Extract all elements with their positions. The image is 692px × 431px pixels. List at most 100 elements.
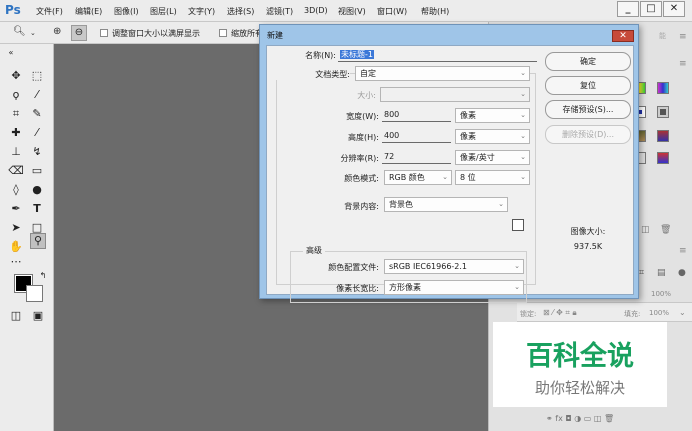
- menu-bar: Ps 文件(F) 编辑(E) 图像(I) 图层(L) 文字(Y) 选择(S) 滤…: [0, 0, 692, 22]
- zoom-out-button[interactable]: ⊖: [71, 25, 87, 41]
- menu-3d[interactable]: 3D(D): [304, 6, 328, 15]
- healing-brush-icon[interactable]: ✚: [8, 125, 24, 141]
- chevron-down-icon[interactable]: ⌄: [30, 29, 36, 37]
- lasso-tool-icon[interactable]: ϙ: [8, 87, 24, 103]
- dialog-close-button[interactable]: ✕: [612, 30, 634, 42]
- save-preset-button[interactable]: 存储预设(S)...: [545, 100, 631, 119]
- type-tool-icon[interactable]: T: [29, 201, 45, 217]
- minimize-button[interactable]: _: [617, 1, 639, 17]
- resolution-unit-select[interactable]: 像素/英寸 ⌄: [455, 150, 530, 165]
- maximize-button[interactable]: □: [640, 1, 662, 17]
- delete-preset-button[interactable]: 删除预设(D)...: [545, 125, 631, 144]
- trash-icon[interactable]: 🗑︎: [660, 225, 671, 235]
- watermark-title: 百科全说: [526, 341, 634, 372]
- menu-type[interactable]: 文字(Y): [188, 6, 215, 17]
- resize-window-label: 调整窗口大小以满屏显示: [112, 29, 200, 38]
- bg-color-swatch[interactable]: [512, 219, 524, 231]
- history-brush-icon[interactable]: ↯: [29, 144, 45, 160]
- collapse-icon[interactable]: «: [6, 45, 16, 61]
- height-unit-value: 像素: [460, 132, 476, 141]
- style-swatch[interactable]: [657, 82, 669, 94]
- bg-content-select[interactable]: 背景色 ⌄: [384, 197, 508, 212]
- zoom-tool-icon[interactable]: 🔍︎: [13, 26, 26, 37]
- resolution-field[interactable]: 72: [382, 150, 451, 164]
- color-mode-label: 颜色模式:: [344, 174, 379, 183]
- chevron-down-icon: ⌄: [520, 111, 526, 119]
- chevron-down-icon: ⌄: [514, 262, 520, 270]
- quick-mask-icon[interactable]: ◫: [8, 308, 24, 324]
- color-mode-select[interactable]: RGB 颜色 ⌄: [384, 170, 452, 185]
- menu-help[interactable]: 帮助(H): [421, 6, 449, 17]
- dodge-tool-icon[interactable]: ●: [29, 182, 45, 198]
- photoshop-logo: Ps: [5, 3, 21, 17]
- eyedropper-tool-icon[interactable]: ✎: [29, 106, 45, 122]
- bit-depth-select[interactable]: 8 位 ⌄: [455, 170, 530, 185]
- lock-icons[interactable]: ⊠ ⁄ ✥ ⌗ 🔒︎: [543, 308, 577, 318]
- watermark: 百科全说 助你轻松解决: [493, 322, 667, 407]
- brush-tool-icon[interactable]: ⁄: [29, 125, 45, 141]
- move-tool-icon[interactable]: ✥: [8, 68, 24, 84]
- swap-colors-icon[interactable]: ↰: [35, 268, 51, 284]
- reset-button[interactable]: 复位: [545, 76, 631, 95]
- width-unit-select[interactable]: 像素 ⌄: [455, 108, 530, 123]
- close-button[interactable]: ✕: [663, 1, 685, 17]
- chevron-down-icon: ⌄: [520, 90, 526, 98]
- workspace-label: 能: [659, 32, 666, 40]
- menu-view[interactable]: 视图(V): [338, 6, 366, 17]
- artboard-icon[interactable]: ▤: [657, 268, 666, 278]
- height-unit-select[interactable]: 像素 ⌄: [455, 129, 530, 144]
- style-swatch[interactable]: [657, 152, 669, 164]
- bg-content-value: 背景色: [389, 200, 413, 209]
- zoom-all-checkbox[interactable]: [219, 29, 227, 37]
- name-label: 名称(N):: [305, 51, 336, 60]
- menu-window[interactable]: 窗口(W): [377, 6, 407, 17]
- more-tools-icon[interactable]: ⋯: [8, 254, 24, 270]
- color-profile-select[interactable]: sRGB IEC61966-2.1 ⌄: [384, 259, 524, 274]
- bit-depth-value: 8 位: [460, 173, 476, 182]
- magic-wand-icon[interactable]: ⁄: [29, 87, 45, 103]
- zoom-tool-icon[interactable]: ⚲: [30, 233, 46, 249]
- height-field[interactable]: 400: [382, 129, 451, 143]
- menu-file[interactable]: 文件(F): [36, 6, 63, 17]
- blur-tool-icon[interactable]: ◊: [8, 182, 24, 198]
- eraser-tool-icon[interactable]: ⌫: [8, 163, 24, 179]
- new-style-icon[interactable]: ◫: [641, 225, 650, 235]
- panel-menu-icon[interactable]: ≡: [679, 246, 687, 256]
- menu-layer[interactable]: 图层(L): [150, 6, 177, 17]
- crop-tool-icon[interactable]: ⌗: [8, 106, 24, 122]
- zoom-in-icon[interactable]: ⊕: [53, 26, 61, 37]
- panel-menu-icon[interactable]: ≡: [679, 32, 687, 42]
- opacity-value[interactable]: 100%: [651, 290, 671, 298]
- chevron-down-icon[interactable]: ⌄: [679, 308, 686, 317]
- style-swatch[interactable]: [657, 130, 669, 142]
- path-selection-icon[interactable]: ➤: [8, 220, 24, 236]
- menu-edit[interactable]: 编辑(E): [75, 6, 102, 17]
- filter-icon[interactable]: ⌗: [639, 268, 644, 278]
- clone-stamp-icon[interactable]: ⊥: [8, 144, 24, 160]
- name-field[interactable]: 未标题-1: [338, 48, 537, 62]
- menu-image[interactable]: 图像(I): [114, 6, 139, 17]
- fill-label: 填充:: [624, 310, 641, 318]
- chevron-down-icon: ⌄: [514, 283, 520, 291]
- resize-window-checkbox[interactable]: [100, 29, 108, 37]
- gradient-tool-icon[interactable]: ▭: [29, 163, 45, 179]
- toggle-filter-icon[interactable]: ●: [678, 268, 686, 278]
- background-color-swatch[interactable]: [26, 285, 43, 302]
- ok-button[interactable]: 确定: [545, 52, 631, 71]
- marquee-tool-icon[interactable]: ⬚: [29, 68, 45, 84]
- fill-value[interactable]: 100%: [649, 309, 669, 317]
- panel-menu-icon[interactable]: ≡: [679, 59, 687, 69]
- menu-select[interactable]: 选择(S): [227, 6, 254, 17]
- width-field[interactable]: 800: [382, 108, 451, 122]
- lock-label: 锁定:: [520, 310, 537, 318]
- menu-filter[interactable]: 滤镜(T): [266, 6, 293, 17]
- hand-tool-icon[interactable]: ✋: [8, 239, 24, 255]
- size-select[interactable]: ⌄: [380, 87, 530, 102]
- layers-footer-icons[interactable]: ⚭ fx ◘ ◑ ▭ ◫ 🗑︎: [546, 414, 614, 423]
- style-swatch[interactable]: [657, 106, 669, 118]
- pixel-aspect-select[interactable]: 方形像素 ⌄: [384, 280, 524, 295]
- screen-mode-icon[interactable]: ▣: [30, 308, 46, 324]
- doc-type-select[interactable]: 自定 ⌄: [355, 66, 530, 81]
- pen-tool-icon[interactable]: ✒: [8, 201, 24, 217]
- doc-type-value: 自定: [360, 69, 376, 78]
